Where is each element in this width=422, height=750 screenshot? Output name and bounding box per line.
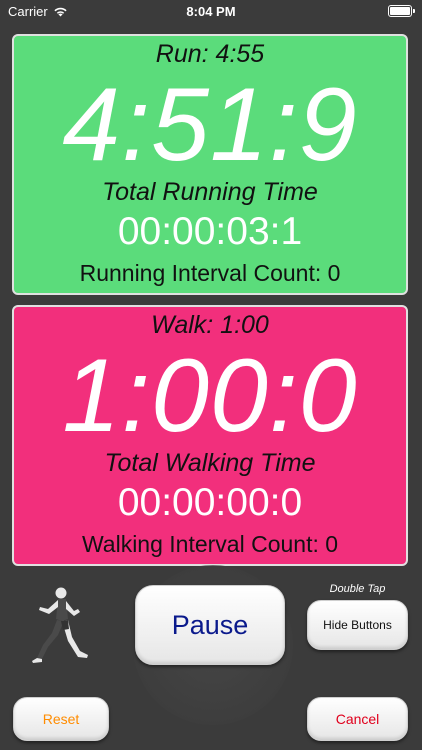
total-walking-time-value: 00:00:00:0	[117, 481, 303, 524]
run-interval-label: Run: 4:55	[155, 40, 265, 68]
total-running-time-value: 00:00:03:1	[117, 210, 303, 253]
app-screen: Carrier 8:04 PM Run: 4:55 4:51:9 Total R…	[0, 0, 422, 750]
run-panel[interactable]: Run: 4:55 4:51:9 Total Running Time 00:0…	[12, 34, 408, 295]
pause-button[interactable]: Pause	[135, 585, 285, 665]
status-bar: Carrier 8:04 PM	[0, 0, 422, 24]
run-countdown: 4:51:9	[62, 67, 358, 183]
walk-interval-label: Walk: 1:00	[151, 311, 269, 339]
walking-interval-count: Walking Interval Count: 0	[81, 531, 339, 557]
walk-countdown: 1:00:0	[62, 338, 358, 454]
double-tap-hint: Double Tap	[329, 583, 386, 595]
running-interval-count: Running Interval Count: 0	[79, 260, 341, 286]
total-walking-time-label: Total Walking Time	[104, 449, 316, 477]
cancel-button[interactable]: Cancel	[307, 697, 408, 741]
hide-buttons-button[interactable]: Hide Buttons	[307, 600, 408, 650]
total-running-time-label: Total Running Time	[102, 178, 318, 206]
status-time: 8:04 PM	[186, 4, 236, 19]
runner-icon	[32, 587, 88, 663]
battery-icon	[388, 5, 415, 17]
walk-panel[interactable]: Walk: 1:00 1:00:0 Total Walking Time 00:…	[12, 305, 408, 566]
reset-button[interactable]: Reset	[13, 697, 109, 741]
